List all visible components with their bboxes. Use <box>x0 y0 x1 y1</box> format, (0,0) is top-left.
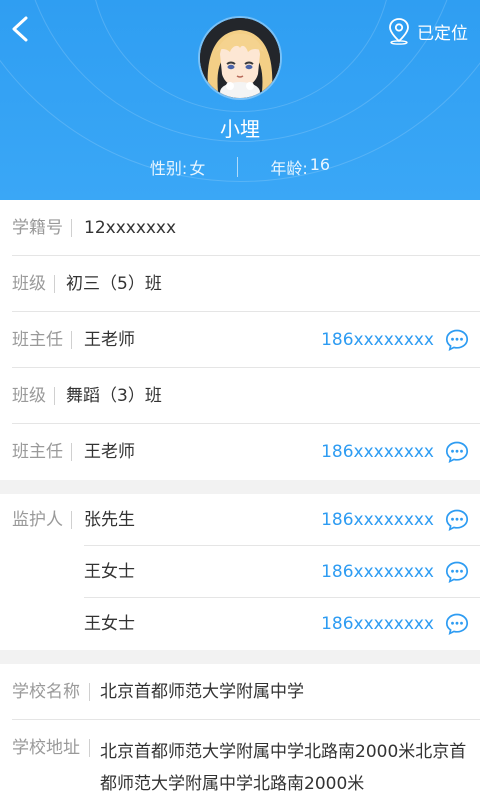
gender-info: 性别: 女 <box>150 155 205 179</box>
profile-header: 已定位 小埋 性别: 女 年龄: 16 <box>0 0 480 200</box>
head-teacher-name: 王老师 <box>84 330 135 350</box>
chat-bubble-icon[interactable] <box>445 508 469 532</box>
class-value: 舞蹈（3）班 <box>66 386 162 406</box>
label-divider <box>54 275 55 293</box>
class-row: 班级 初三（5）班 <box>0 256 480 312</box>
head-teacher-label: 班主任 <box>12 442 63 462</box>
student-name: 小埋 <box>220 117 260 141</box>
chat-bubble-icon[interactable] <box>445 560 469 584</box>
label-divider <box>71 219 72 237</box>
guardian-name: 王女士 <box>84 562 135 582</box>
student-id-label: 学籍号 <box>12 218 63 238</box>
class-label: 班级 <box>12 274 46 294</box>
student-meta: 性别: 女 年龄: 16 <box>0 155 480 179</box>
meta-divider <box>237 157 239 177</box>
location-label: 已定位 <box>417 23 468 44</box>
age-info: 年龄: 16 <box>270 155 330 179</box>
head-teacher-name: 王老师 <box>84 442 135 462</box>
avatar-image <box>200 18 280 98</box>
guardian-row: 王女士 186xxxxxxxx <box>0 598 480 650</box>
class-value: 初三（5）班 <box>66 274 162 294</box>
guardian-phone-link[interactable]: 186xxxxxxxx <box>321 598 434 650</box>
label-divider <box>71 331 72 349</box>
chat-bubble-icon[interactable] <box>445 440 469 464</box>
school-section: 学校名称 北京首都师范大学附属中学 学校地址 北京首都师范大学附属中学北路南20… <box>0 664 480 800</box>
guardian-phone-link[interactable]: 186xxxxxxxx <box>321 494 434 546</box>
avatar[interactable] <box>200 18 280 98</box>
chevron-left-icon <box>12 16 28 42</box>
school-name-row: 学校名称 北京首都师范大学附属中学 <box>0 664 480 720</box>
head-teacher-phone-link[interactable]: 186xxxxxxxx <box>321 312 434 368</box>
age-value: 16 <box>309 155 331 174</box>
label-divider <box>89 683 90 701</box>
school-name-label: 学校名称 <box>12 682 80 702</box>
student-id-value: 12xxxxxxx <box>84 218 177 238</box>
back-button[interactable] <box>8 14 34 44</box>
age-label: 年龄: <box>270 159 308 178</box>
gender-value: 女 <box>189 159 206 178</box>
chat-bubble-icon[interactable] <box>445 328 469 352</box>
guardian-name: 王女士 <box>84 614 135 634</box>
gender-label: 性别: <box>149 159 188 178</box>
guardian-phone-link[interactable]: 186xxxxxxxx <box>321 546 434 598</box>
chat-bubble-icon[interactable] <box>445 612 469 636</box>
school-name-value: 北京首都师范大学附属中学 <box>100 682 304 702</box>
school-address-row: 学校地址 北京首都师范大学附属中学北路南2000米北京首都师范大学附属中学北路南… <box>0 720 480 800</box>
guardians-section: 监护人 张先生 186xxxxxxxx 王女士 186xxxxxxxx 王女士 … <box>0 494 480 650</box>
school-address-value: 北京首都师范大学附属中学北路南2000米北京首都师范大学附属中学北路南2000米 <box>100 742 467 794</box>
head-teacher-label: 班主任 <box>12 330 63 350</box>
guardian-row: 王女士 186xxxxxxxx <box>0 546 480 598</box>
student-id-row: 学籍号 12xxxxxxx <box>0 200 480 256</box>
guardian-name: 张先生 <box>84 510 135 530</box>
head-teacher-row: 班主任 王老师 186xxxxxxxx <box>0 424 480 480</box>
label-divider <box>71 443 72 461</box>
head-teacher-row: 班主任 王老师 186xxxxxxxx <box>0 312 480 368</box>
location-pin-icon <box>389 18 409 45</box>
class-row: 班级 舞蹈（3）班 <box>0 368 480 424</box>
label-divider <box>54 387 55 405</box>
student-info-section: 学籍号 12xxxxxxx 班级 初三（5）班 班主任 王老师 186xxxxx… <box>0 200 480 480</box>
guardian-row: 监护人 张先生 186xxxxxxxx <box>0 494 480 546</box>
location-status-button[interactable]: 已定位 <box>387 16 468 46</box>
class-label: 班级 <box>12 386 46 406</box>
label-divider <box>71 511 72 529</box>
school-address-label: 学校地址 <box>12 738 80 758</box>
label-divider <box>89 739 90 757</box>
head-teacher-phone-link[interactable]: 186xxxxxxxx <box>321 424 434 480</box>
guardian-label: 监护人 <box>12 510 63 530</box>
